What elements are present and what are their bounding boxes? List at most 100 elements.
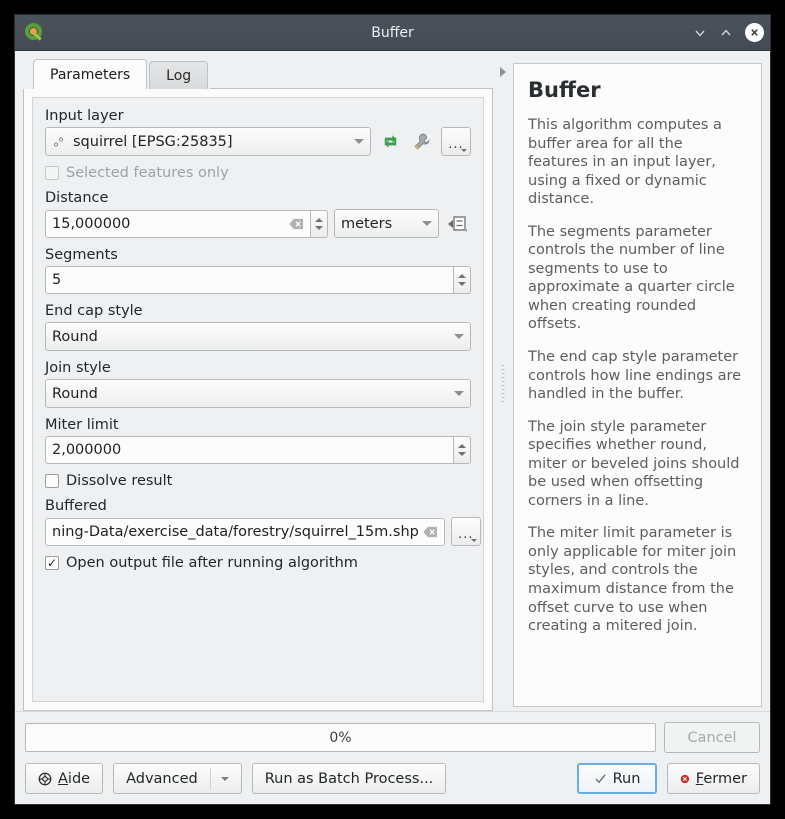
buffered-label: Buffered — [45, 498, 107, 514]
buffered-group: Buffered ning-Data/exercise_data/forestr… — [45, 498, 481, 546]
help-rest: ide — [67, 770, 91, 787]
end-cap-style-group: End cap style Round — [45, 303, 471, 351]
chevron-down-icon — [470, 539, 477, 542]
parameters-scroll-area[interactable]: Input layer squirrel [EPSG:25835] ... Se… — [32, 97, 484, 702]
dissolve-result-row[interactable]: Dissolve result — [45, 473, 471, 489]
miter-limit-stepper[interactable] — [454, 436, 471, 464]
help-paragraph: The join style parameter specifies wheth… — [528, 418, 740, 509]
splitter-grip-icon[interactable] — [501, 365, 505, 405]
cancel-button-label: Cancel — [687, 729, 737, 746]
miter-limit-value: 2,000000 — [52, 442, 122, 458]
stepper-down-icon[interactable] — [458, 452, 466, 456]
segments-value: 5 — [52, 272, 62, 288]
help-paragraph: The end cap style parameter controls how… — [528, 349, 742, 403]
tab-parameters[interactable]: Parameters — [33, 59, 148, 89]
close-button[interactable]: Fermer — [667, 763, 760, 794]
open-output-checkbox[interactable]: ✓ — [45, 556, 59, 570]
open-output-label: Open output file after running algorithm — [66, 555, 358, 571]
clear-field-icon[interactable] — [289, 218, 304, 230]
join-style-combo[interactable]: Round — [45, 379, 471, 408]
help-paragraph: The segments parameter controls the numb… — [528, 223, 735, 333]
cancel-button[interactable]: Cancel — [664, 722, 760, 753]
dissolve-result-label: Dissolve result — [66, 473, 173, 489]
buffered-row: ning-Data/exercise_data/forestry/squirre… — [45, 517, 481, 546]
run-as-batch-button[interactable]: Run as Batch Process... — [251, 763, 447, 794]
segments-stepper[interactable] — [454, 266, 471, 294]
title-bar: Buffer — [15, 15, 770, 51]
distance-spinbox[interactable]: 15,000000 — [45, 209, 328, 238]
miter-limit-spinbox[interactable]: 2,000000 — [45, 436, 471, 464]
data-defined-override-icon[interactable] — [445, 211, 471, 237]
stepper-down-icon[interactable] — [315, 225, 323, 230]
iterate-glyph — [384, 135, 396, 148]
iterate-refresh-icon[interactable] — [377, 129, 403, 155]
miter-limit-label: Miter limit — [45, 417, 119, 433]
selected-features-only-row[interactable]: Selected features only — [45, 165, 471, 181]
clear-field-icon[interactable] — [423, 526, 438, 538]
lifebuoy-help-icon — [38, 772, 52, 785]
progress-bar: 0% — [25, 723, 656, 752]
buffered-output-input[interactable]: ning-Data/exercise_data/forestry/squirre… — [45, 517, 445, 546]
tab-bar: Parameters Log — [23, 59, 493, 89]
distance-label: Distance — [45, 190, 109, 206]
panel-splitter[interactable] — [493, 59, 513, 711]
stepper-up-icon[interactable] — [458, 274, 466, 278]
data-defined-glyph — [448, 215, 467, 232]
miter-limit-group: Miter limit 2,000000 — [45, 417, 471, 464]
maximize-chevron-up-icon[interactable] — [719, 26, 733, 40]
distance-units-combo[interactable]: meters — [334, 209, 439, 238]
point-layer-icon — [53, 136, 64, 147]
help-button-label: Aide — [58, 771, 90, 787]
help-title: Buffer — [528, 78, 601, 102]
join-style-value: Round — [52, 385, 98, 402]
segments-spinbox[interactable]: 5 — [45, 266, 471, 294]
input-layer-browse-label: ... — [448, 136, 464, 152]
close-circle-icon[interactable] — [745, 23, 764, 42]
input-layer-combo[interactable]: squirrel [EPSG:25835] — [45, 127, 371, 156]
chevron-down-icon — [454, 391, 464, 396]
minimize-chevron-down-icon[interactable] — [693, 26, 707, 40]
wrench-icon[interactable] — [409, 129, 435, 155]
tab-parameters-label: Parameters — [50, 66, 131, 83]
run-button[interactable]: Run — [577, 763, 657, 794]
check-icon — [594, 774, 606, 784]
collapse-arrow-icon[interactable] — [500, 67, 506, 77]
miter-limit-input[interactable]: 2,000000 — [45, 436, 454, 464]
end-cap-style-value: Round — [52, 328, 98, 345]
buffered-browse-button[interactable]: ... — [450, 517, 481, 546]
buffered-output-value: ning-Data/exercise_data/forestry/squirre… — [52, 523, 419, 540]
open-output-row[interactable]: ✓ Open output file after running algorit… — [45, 555, 471, 571]
selected-features-only-checkbox[interactable] — [45, 166, 59, 180]
help-button[interactable]: Aide — [25, 763, 104, 794]
segments-input[interactable]: 5 — [45, 266, 454, 294]
join-style-label: Join style — [45, 360, 111, 376]
join-style-group: Join style Round — [45, 360, 471, 408]
parameters-panel: Input layer squirrel [EPSG:25835] ... Se… — [23, 89, 493, 711]
progress-row: 0% Cancel — [25, 722, 760, 753]
chevron-down-icon — [454, 334, 464, 339]
buffered-browse-label: ... — [458, 526, 474, 542]
help-panel: Buffer This algorithm computes a buffer … — [513, 63, 762, 707]
stepper-down-icon[interactable] — [458, 282, 466, 286]
end-cap-style-label: End cap style — [45, 303, 143, 319]
close-button-label: Fermer — [696, 771, 747, 787]
input-layer-label: Input layer — [45, 108, 124, 124]
chevron-down-icon[interactable] — [220, 776, 229, 781]
dialog-body: Parameters Log Input layer squirrel [EPS… — [15, 51, 770, 711]
chevron-down-icon — [422, 221, 432, 226]
footer-button-row: Aide Advanced Run as Batch Process... Ru… — [25, 763, 760, 794]
check-icon: ✓ — [46, 556, 58, 570]
end-cap-style-combo[interactable]: Round — [45, 322, 471, 351]
input-layer-browse-button[interactable]: ... — [441, 127, 471, 156]
stepper-up-icon[interactable] — [458, 444, 466, 448]
distance-value: 15,000000 — [52, 215, 131, 232]
buffer-dialog-window: Buffer Parameters Log Input layer squirr… — [14, 14, 771, 805]
dissolve-result-checkbox[interactable] — [45, 474, 59, 488]
distance-stepper[interactable] — [311, 209, 328, 238]
tab-log[interactable]: Log — [149, 61, 209, 89]
advanced-button[interactable]: Advanced — [113, 763, 242, 794]
distance-input[interactable]: 15,000000 — [45, 209, 311, 238]
window-controls — [693, 23, 764, 42]
stepper-up-icon[interactable] — [315, 217, 323, 222]
run-as-batch-label: Run as Batch Process... — [264, 770, 434, 787]
